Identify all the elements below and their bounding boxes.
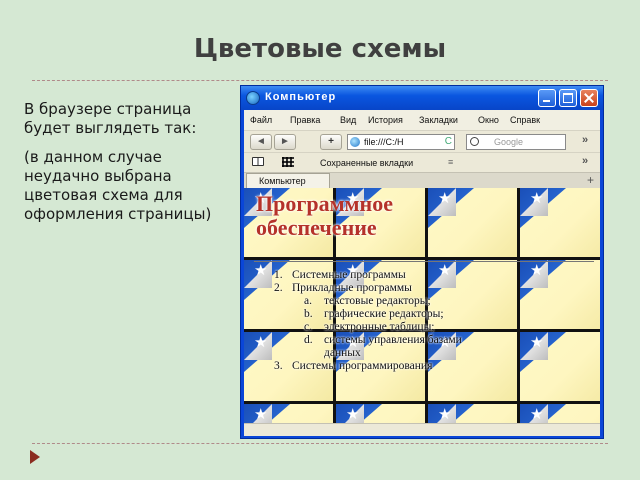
list-subitem: b. графические редакторы;	[304, 308, 444, 320]
status-bar	[244, 423, 600, 436]
bookmarks-overflow-icon[interactable]: »	[582, 155, 588, 167]
background-tile	[520, 260, 600, 332]
close-icon	[581, 90, 597, 106]
list-item: 3. Системы программирования	[274, 360, 433, 372]
bookmarks-toolbar: Сохраненные вкладки ≡ »	[244, 152, 600, 173]
software-list: 1. Системные программы 2. Прикладные прогр…	[274, 269, 462, 373]
close-button[interactable]	[580, 89, 598, 107]
list-subitem: a. текстовые редакторы;	[304, 295, 431, 307]
background-tile	[428, 404, 520, 423]
slide-paragraph-1: В браузере страница будет выглядеть так:	[24, 100, 197, 137]
forward-button[interactable]: ►	[274, 134, 296, 150]
next-slide-arrow-icon[interactable]	[30, 450, 40, 464]
maximize-button[interactable]	[559, 89, 577, 107]
saved-tabs-dropdown-icon[interactable]: ≡	[448, 157, 453, 167]
background-tile	[520, 404, 600, 423]
page-curl-icon	[428, 188, 456, 216]
navigation-toolbar: ◄ ► + file:///C:/H C Google »	[244, 130, 600, 153]
firefox-icon	[246, 91, 260, 105]
toolbar-overflow-icon[interactable]: »	[582, 134, 588, 146]
page-curl-icon	[244, 404, 272, 423]
add-button[interactable]: +	[320, 134, 342, 150]
globe-icon	[350, 137, 360, 147]
saved-tabs-bookmark[interactable]: Сохраненные вкладки	[320, 158, 413, 168]
new-tab-button[interactable]: +	[587, 173, 594, 187]
tab-computer[interactable]: Компьютер	[246, 173, 330, 189]
bottom-divider	[32, 443, 608, 444]
background-tile	[428, 188, 520, 260]
page-heading-line1: Программное	[256, 191, 393, 216]
search-placeholder: Google	[494, 137, 524, 147]
slide-text: В браузере страница будет выглядеть так:…	[24, 100, 234, 234]
background-tile	[244, 404, 336, 423]
page-curl-icon	[244, 332, 272, 360]
minimize-icon	[539, 90, 555, 106]
top-divider	[32, 80, 608, 81]
menu-bookmarks[interactable]: Закладки	[419, 115, 458, 125]
page-curl-icon	[520, 332, 548, 360]
menu-bar: Файл Правка Вид История Закладки Окно Сп…	[244, 110, 600, 130]
background-tile	[520, 188, 600, 260]
window-title: Компьютер	[265, 91, 337, 103]
search-icon	[470, 137, 479, 146]
back-button[interactable]: ◄	[250, 134, 272, 150]
list-item: 1. Системные программы	[274, 269, 406, 281]
list-subitem: d. системы управления базами	[304, 334, 462, 346]
list-subitem: c. электронные таблицы;	[304, 321, 435, 333]
browser-client: Файл Правка Вид История Закладки Окно Сп…	[244, 110, 600, 436]
url-bar[interactable]: file:///C:/H C	[347, 134, 455, 150]
menu-window[interactable]: Окно	[478, 115, 499, 125]
window-titlebar[interactable]: Компьютер	[241, 86, 603, 110]
page-curl-icon	[520, 188, 548, 216]
list-item: 2. Прикладные программы	[274, 282, 412, 294]
page-heading-line2: обеспечение	[256, 215, 377, 240]
page-curl-icon	[244, 260, 272, 288]
reload-icon[interactable]: C	[445, 135, 452, 149]
menu-edit[interactable]: Правка	[290, 115, 320, 125]
menu-file[interactable]: Файл	[250, 115, 272, 125]
url-text: file:///C:/H	[364, 137, 404, 147]
browser-window: Компьютер Файл Правка Вид История Заклад…	[240, 85, 604, 439]
menu-help[interactable]: Справка	[510, 115, 540, 125]
page-heading: Программное обеспечение	[256, 192, 393, 240]
page-curl-icon	[428, 404, 456, 423]
background-tile	[336, 404, 428, 423]
menu-view[interactable]: Вид	[340, 115, 356, 125]
maximize-icon	[560, 90, 576, 106]
background-tile	[520, 332, 600, 404]
book-icon[interactable]	[252, 157, 264, 166]
search-input[interactable]: Google	[466, 134, 566, 150]
page-curl-icon	[336, 404, 364, 423]
page-curl-icon	[520, 404, 548, 423]
tab-bar: Компьютер +	[244, 172, 600, 189]
slide-title: Цветовые схемы	[193, 34, 447, 64]
minimize-button[interactable]	[538, 89, 556, 107]
list-subitem-continuation: данных	[324, 347, 361, 359]
menu-history[interactable]: История	[368, 115, 403, 125]
grid-icon[interactable]	[282, 157, 294, 167]
slide-paragraph-2: (в данном случае неудачно выбрана цветов…	[24, 148, 212, 223]
page-content: Программное обеспечение 1.Системные прог…	[244, 188, 600, 423]
page-horizontal-rule	[254, 261, 594, 262]
page-curl-icon	[520, 260, 548, 288]
